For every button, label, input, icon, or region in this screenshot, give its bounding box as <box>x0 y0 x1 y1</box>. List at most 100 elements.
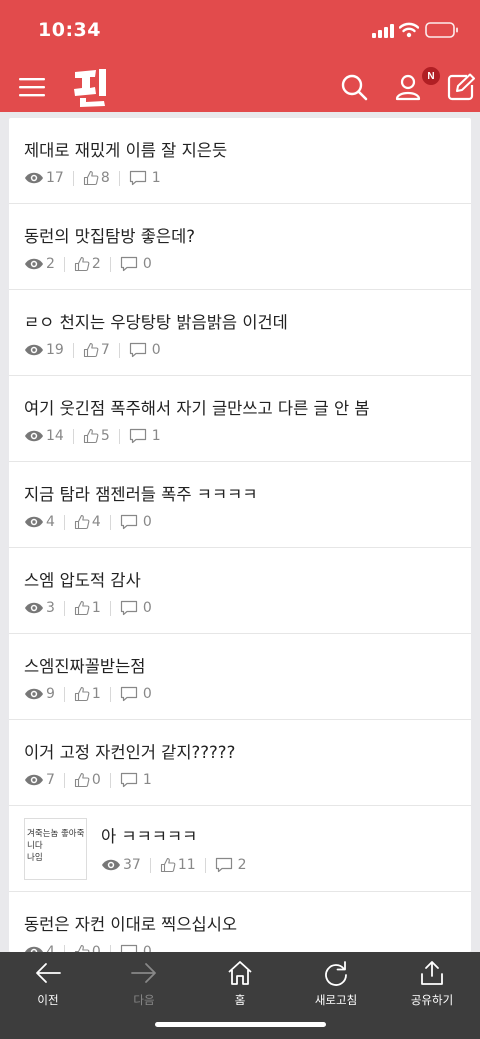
thumbs-up-icon <box>83 170 99 186</box>
thumbnail-text: 겨죽는놈 좋아죽 <box>27 829 85 839</box>
profile-button[interactable] <box>391 70 425 104</box>
post-meta: 4 0 0 <box>24 944 152 952</box>
refresh-label: 새로고침 <box>314 993 358 1007</box>
thumbs-up-icon <box>74 772 90 788</box>
back-button[interactable]: 이전 <box>13 960 83 1008</box>
thumbnail-text: 니다 <box>27 841 43 851</box>
eye-icon <box>25 430 43 442</box>
view-count: 14 <box>46 428 64 444</box>
eye-icon <box>25 602 43 614</box>
forward-button[interactable]: 다음 <box>109 960 179 1008</box>
post-title[interactable]: 동런은 자컨 이대로 찍으십시오 <box>24 911 237 935</box>
list-item[interactable]: 이거 고정 자컨인거 같지????? 7 0 1 <box>9 720 471 806</box>
comment-icon <box>120 256 137 272</box>
post-list: 제대로 재밌게 이름 잘 지은듯 17 8 1 동런의 맛집탐방 좋은데? 2 … <box>9 118 471 952</box>
list-item[interactable]: 동런의 맛집탐방 좋은데? 2 2 0 <box>9 204 471 290</box>
search-button[interactable] <box>337 70 371 104</box>
eye-icon <box>25 774 43 786</box>
refresh-icon <box>325 961 347 986</box>
hamburger-icon <box>19 78 45 97</box>
comment-count: 0 <box>142 514 152 530</box>
post-meta: 17 8 1 <box>24 170 161 186</box>
post-meta: 4 4 0 <box>24 514 152 530</box>
comment-count: 0 <box>142 944 152 952</box>
search-icon <box>341 74 368 101</box>
post-thumbnail[interactable]: 겨죽는놈 좋아죽 니다 나임 <box>24 818 87 880</box>
thumbs-up-icon <box>74 514 90 530</box>
list-item[interactable]: 겨죽는놈 좋아죽 니다 나임 아 ㅋㅋㅋㅋㅋ 37 11 2 <box>9 806 471 892</box>
post-title[interactable]: ㄹㅇ 천지는 우당탕탕 밝음밝음 이건데 <box>24 309 288 333</box>
thumbnail-text: 나임 <box>27 853 43 863</box>
list-item[interactable]: ㄹㅇ 천지는 우당탕탕 밝음밝음 이건데 19 7 0 <box>9 290 471 376</box>
post-title[interactable]: 이거 고정 자컨인거 같지????? <box>24 739 235 763</box>
comment-icon <box>120 944 137 952</box>
thumbs-up-icon <box>74 686 90 702</box>
post-title[interactable]: 여기 웃긴점 폭주해서 자기 글만쓰고 다른 글 안 봄 <box>24 395 370 419</box>
post-title[interactable]: 스엠 압도적 감사 <box>24 567 141 591</box>
post-meta: 14 5 1 <box>24 428 161 444</box>
wifi-icon <box>399 22 419 38</box>
thumbs-up-icon <box>74 256 90 272</box>
comment-icon <box>129 428 146 444</box>
like-count: 2 <box>91 256 101 272</box>
share-button[interactable]: 공유하기 <box>397 960 467 1008</box>
comment-icon <box>215 857 232 873</box>
comment-icon <box>120 514 137 530</box>
share-icon <box>421 961 443 985</box>
post-title[interactable]: 스엠진짜꼴받는점 <box>24 653 145 677</box>
list-item[interactable]: 지금 탐라 잼젠러들 폭주 ㅋㅋㅋㅋ 4 4 0 <box>9 462 471 548</box>
list-item[interactable]: 제대로 재밌게 이름 잘 지은듯 17 8 1 <box>9 118 471 204</box>
menu-button[interactable] <box>15 70 49 104</box>
comment-count: 0 <box>151 342 161 358</box>
comment-count: 1 <box>142 772 152 788</box>
post-meta: 9 1 0 <box>24 686 152 702</box>
post-meta: 7 0 1 <box>24 772 152 788</box>
status-bar: 10:34 <box>0 0 480 62</box>
post-title[interactable]: 아 ㅋㅋㅋㅋㅋ <box>101 823 197 847</box>
home-button[interactable]: 홈 <box>205 960 275 1008</box>
back-label: 이전 <box>37 993 59 1007</box>
list-item[interactable]: 스엠 압도적 감사 3 1 0 <box>9 548 471 634</box>
comment-count: 0 <box>142 600 152 616</box>
like-count: 0 <box>91 944 101 952</box>
forward-label: 다음 <box>133 993 155 1007</box>
post-meta: 2 2 0 <box>24 256 152 272</box>
view-count: 9 <box>46 686 55 702</box>
like-count: 4 <box>91 514 101 530</box>
list-item[interactable]: 여기 웃긴점 폭주해서 자기 글만쓰고 다른 글 안 봄 14 5 1 <box>9 376 471 462</box>
refresh-button[interactable]: 새로고침 <box>301 960 371 1008</box>
view-count: 7 <box>46 772 55 788</box>
home-indicator <box>155 1022 326 1027</box>
share-label: 공유하기 <box>410 993 454 1007</box>
post-title[interactable]: 동런의 맛집탐방 좋은데? <box>24 223 195 247</box>
post-title[interactable]: 지금 탐라 잼젠러들 폭주 ㅋㅋㅋㅋ <box>24 481 258 505</box>
thumbs-up-icon <box>83 428 99 444</box>
home-label: 홈 <box>234 993 246 1007</box>
user-icon <box>395 74 421 101</box>
post-meta: 3 1 0 <box>24 600 152 616</box>
comment-icon <box>129 170 146 186</box>
list-item[interactable]: 스엠진짜꼴받는점 9 1 0 <box>9 634 471 720</box>
thumbs-up-icon <box>160 857 176 873</box>
eye-icon <box>102 859 120 871</box>
post-title[interactable]: 제대로 재밌게 이름 잘 지은듯 <box>24 137 227 161</box>
view-count: 17 <box>46 170 64 186</box>
view-count: 2 <box>46 256 55 272</box>
like-count: 5 <box>100 428 110 444</box>
comment-count: 1 <box>151 170 161 186</box>
comment-count: 2 <box>237 857 247 873</box>
like-count: 8 <box>100 170 110 186</box>
edit-icon <box>447 73 475 101</box>
like-count: 7 <box>100 342 110 358</box>
like-count: 0 <box>91 772 101 788</box>
comment-icon <box>120 600 137 616</box>
comment-count: 0 <box>142 686 152 702</box>
view-count: 37 <box>123 857 141 873</box>
like-count: 11 <box>177 857 196 873</box>
comment-icon <box>129 342 146 358</box>
arrow-left-icon <box>36 963 61 983</box>
pann-logo[interactable] <box>70 66 114 108</box>
list-item[interactable]: 동런은 자컨 이대로 찍으십시오 4 0 0 <box>9 892 471 952</box>
arrow-right-icon <box>131 963 156 983</box>
write-button[interactable] <box>444 70 478 104</box>
